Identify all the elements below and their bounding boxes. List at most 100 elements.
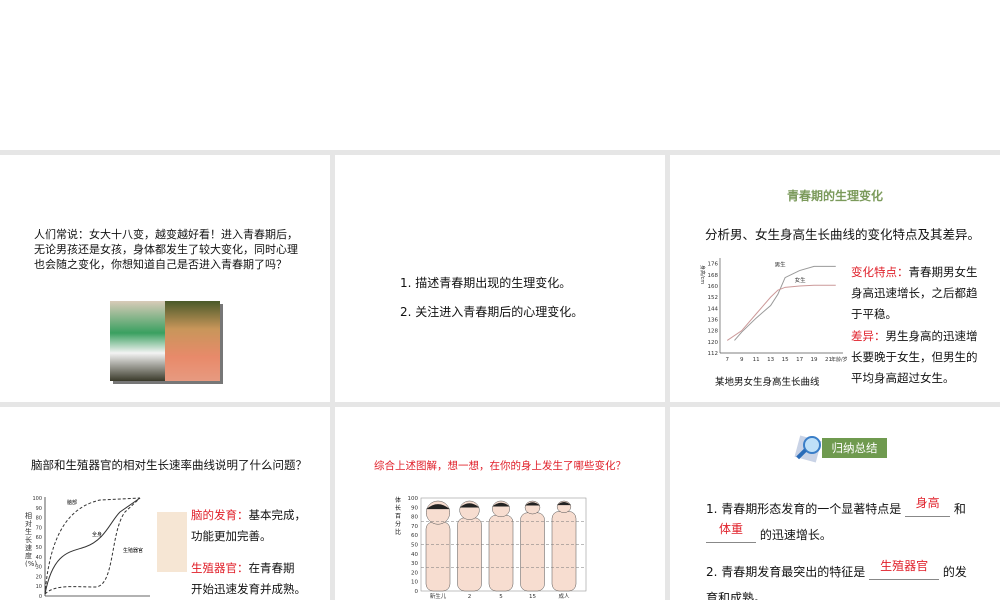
height-chart: 1121201281361441521601681767 9 11 13 15 17 19 2… [699, 258, 848, 363]
y-tick-label: 112 [708, 351, 719, 357]
y-tick-label: 70 [36, 525, 42, 531]
chart-caption: 某地男女生身高生长曲线 [715, 377, 820, 388]
y-tick-label: 30 [411, 561, 418, 567]
y-tick-label: 80 [411, 515, 418, 521]
item2-text-c: 育和成熟。 [706, 591, 767, 600]
slide-thumbnail-6[interactable]: 归纳总结 1. 青春期形态发育的一个显著特点是 身高 和 体重 的迅速增长。 2… [670, 407, 1000, 600]
feature-text: 变化特点：青春期男女生身高迅速增长，之后都趋于平稳。 [851, 262, 981, 325]
summary-badge: 归纳总结 [822, 438, 887, 458]
slide-thumbnail-3[interactable]: 青春期的生理变化 分析男、女生身高生长曲线的变化特点及其差异。 112 120 12… [670, 155, 1000, 402]
question: 脑部和生殖器官的相对生长速率曲线说明了什么问题？ [31, 458, 307, 472]
difference-text: 差异：男生身高的迅速增长要晚于女生，但男生的平均身高超过女生。 [851, 326, 981, 389]
y-tick-label: 90 [36, 506, 42, 512]
repro-label: 生殖器官： [191, 561, 249, 575]
growth-rate-chart: 0 10 20 30 40 50 60 70 80 90 100 脑部 全身 生殖器官 [32, 496, 150, 600]
y-tick-label: 40 [411, 552, 418, 558]
answer-reproductive: 生殖器官 [869, 554, 940, 580]
question: 分析男、女生身高生长曲线的变化特点及其差异。 [705, 227, 981, 242]
y-tick-label: 100 [32, 496, 42, 502]
y-tick-label: 20 [411, 570, 418, 576]
y-tick-label: 90 [411, 505, 418, 511]
answer-height: 身高 [905, 491, 951, 517]
repro-body-2: 开始迅速发育并成熟。 [191, 582, 306, 596]
x-tick-label: 11 [753, 357, 760, 363]
x-tick-label: 17 [796, 357, 803, 363]
body-figure [551, 511, 577, 592]
body-label: 全身 [92, 531, 102, 538]
y-tick-label: 100 [408, 496, 419, 502]
slide-thumbnail-1[interactable]: 人们常说：女大十八变，越变越好看！进入青春期后，无论男孩还是女孩，身体都发生了较… [0, 155, 330, 402]
objective-1: 1. 描述青春期出现的生理变化。 [400, 276, 572, 290]
summary-item-1: 1. 青春期形态发育的一个显著特点是 身高 和 体重 的迅速增长。 [706, 496, 996, 549]
y-axis-label: 身高/cm [699, 265, 706, 284]
brain-text: 脑的发育：基本完成， 功能更加完善。 [191, 505, 306, 547]
y-tick-label: 80 [36, 516, 42, 522]
x-label: 5 [499, 594, 503, 600]
difference-label: 差异： [851, 329, 886, 343]
y-tick-label: 128 [708, 329, 719, 335]
summary-item-2: 2. 青春期发育最突出的特征是 生殖器官 的发 育和成熟。 [706, 559, 996, 600]
series-label: 女生 [795, 276, 807, 284]
y-tick-label: 144 [708, 306, 719, 312]
body-figure [520, 512, 545, 592]
slide-title: 青春期的生理变化 [786, 189, 883, 203]
y-tick-label: 168 [708, 273, 719, 279]
objective-2: 2. 关注进入青春期后的心理变化。 [400, 305, 584, 319]
x-label: 成人 [558, 592, 570, 600]
body-figure [457, 517, 482, 592]
body-proportion-figure: 0 10 20 30 40 50 60 70 80 90 100 新生儿 2 5 15 成人 [408, 496, 587, 600]
question: 综合上述图解，想一想，在你的身上发生了哪些变化？ [374, 460, 626, 472]
y-tick-label: 152 [708, 295, 719, 301]
reproductive-curve [44, 497, 141, 595]
beige-block [157, 512, 187, 572]
y-tick-label: 10 [36, 584, 42, 590]
y-tick-label: 10 [411, 580, 418, 586]
y-tick-label: 120 [708, 340, 719, 346]
feature-label: 变化特点： [851, 265, 909, 279]
y-tick-label: 176 [708, 262, 719, 268]
brain-label: 脑部 [67, 499, 77, 506]
y-tick-label: 60 [36, 535, 42, 541]
answer-weight: 体重 [706, 517, 756, 543]
reproductive-label: 生殖器官 [123, 547, 143, 554]
magnifier-icon [793, 434, 823, 464]
y-axis-label: 体长百分比 [395, 497, 402, 536]
intro-text: 人们常说：女大十八变，越变越好看！进入青春期后，无论男孩还是女孩，身体都发生了较… [34, 228, 298, 271]
y-tick-label: 136 [708, 317, 719, 323]
body-figure [425, 521, 451, 592]
x-tick-label: 13 [767, 357, 774, 363]
slide-thumbnail-4[interactable]: 脑部和生殖器官的相对生长速率曲线说明了什么问题？ 相对生长速度(%) 0 10 20… [0, 407, 330, 600]
y-tick-label: 60 [411, 533, 418, 539]
slide-thumbnail-2[interactable]: 1. 描述青春期出现的生理变化。 2. 关注进入青春期后的心理变化。 [335, 155, 665, 402]
x-label: 15 [529, 594, 536, 600]
slide-thumbnail-5[interactable]: 综合上述图解，想一想，在你的身上发生了哪些变化？ 体长百分比 0 10 20 30 40… [335, 407, 665, 600]
brain-dev-label: 脑的发育： [191, 508, 249, 522]
x-label: 新生儿 [430, 592, 447, 600]
y-tick-label: 0 [415, 589, 419, 595]
series-line-girls [726, 284, 836, 341]
y-tick-label: 20 [36, 574, 42, 580]
x-tick-label: 7 [725, 357, 729, 363]
item1-text-a: 1. 青春期形态发育的一个显著特点是 [706, 502, 902, 516]
y-tick-label: 30 [36, 565, 42, 571]
item1-text-b: 和 [953, 502, 966, 516]
item2-text-a: 2. 青春期发育最突出的特征是 [706, 565, 866, 579]
brain-dev-body-2: 功能更加完善。 [191, 529, 272, 543]
brain-dev-body: 基本完成， [248, 508, 307, 522]
x-tick-label: 9 [740, 357, 744, 363]
brain-curve [44, 497, 141, 595]
y-tick-label: 0 [39, 594, 42, 600]
y-tick-label: 40 [36, 555, 42, 561]
y-tick-label: 50 [411, 543, 418, 549]
y-tick-label: 70 [411, 524, 418, 530]
repro-body: 在青春期 [248, 561, 295, 575]
y-tick-label: 50 [36, 545, 42, 551]
repro-text: 生殖器官：在青春期开始迅速发育并成熟。 [191, 558, 306, 600]
y-tick-label: 160 [708, 284, 719, 290]
x-tick-label: 15 [782, 357, 789, 363]
item1-text-c: 的迅速增长。 [759, 528, 832, 542]
series-line-boys [734, 265, 836, 341]
photo-girl-pink [165, 301, 220, 381]
x-label: 2 [468, 594, 472, 600]
x-axis-label: 年龄/岁 [831, 356, 848, 363]
